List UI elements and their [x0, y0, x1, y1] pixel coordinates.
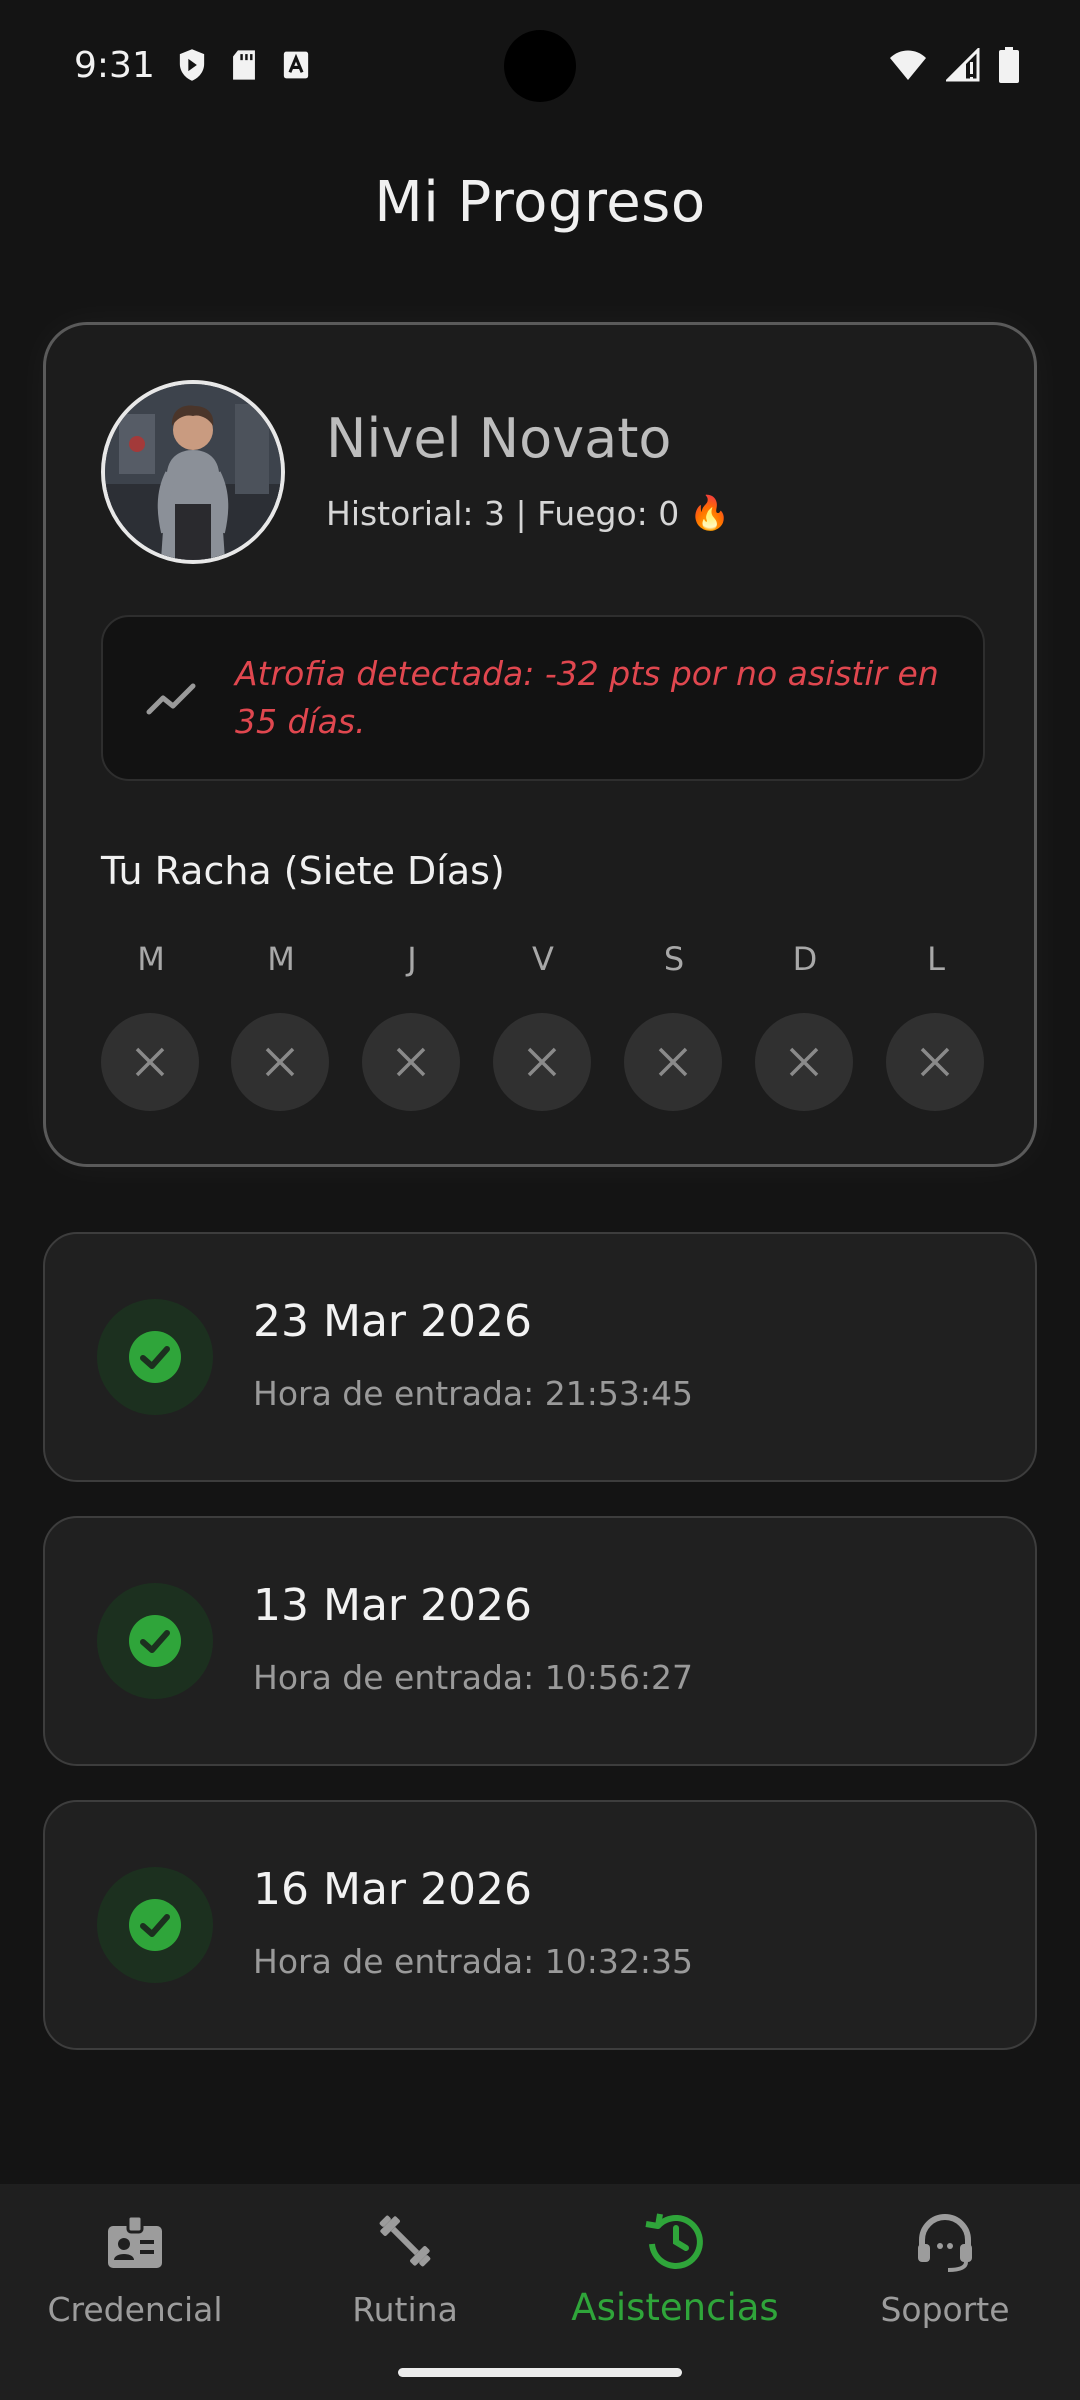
level-stats: Historial: 3 | Fuego: 0 🔥 — [326, 493, 730, 533]
streak-title: Tu Racha (Siete Días) — [101, 849, 505, 893]
level-stats-text: Historial: 3 | Fuego: 0 — [326, 493, 680, 533]
visit-date: 13 Mar 2026 — [253, 1580, 532, 1631]
fire-icon: 🔥 — [689, 493, 731, 532]
day-status — [231, 1013, 329, 1111]
sd-card-icon — [232, 50, 255, 80]
page-title: Mi Progreso — [374, 170, 706, 235]
nav-item-rutina[interactable]: Rutina — [270, 2206, 540, 2329]
history-icon — [645, 2213, 703, 2269]
visit-card[interactable]: 13 Mar 2026 Hora de entrada: 10:56:27 — [43, 1516, 1037, 1766]
alert-text: Atrofia detectada: -32 pts por no asisti… — [235, 654, 939, 741]
close-icon — [527, 1047, 557, 1077]
keyboard-a-icon — [283, 51, 308, 79]
status-time: 9:31 — [74, 44, 155, 86]
close-icon — [265, 1047, 295, 1077]
close-icon — [789, 1047, 819, 1077]
trending-icon — [146, 683, 196, 715]
nav-label: Rutina — [352, 2290, 458, 2329]
streak-day: J — [362, 937, 462, 1111]
shield-icon — [179, 49, 204, 81]
nav-label: Credencial — [47, 2290, 223, 2329]
close-icon — [135, 1047, 165, 1077]
home-indicator[interactable] — [398, 2368, 682, 2377]
visit-entry-time: Hora de entrada: 10:56:27 — [253, 1658, 693, 1697]
close-icon — [658, 1047, 688, 1077]
status-right — [888, 47, 1020, 83]
wifi-icon — [890, 50, 926, 80]
avatar-illustration — [105, 384, 281, 560]
day-letter: V — [532, 940, 554, 978]
streak-day: M — [101, 937, 201, 1111]
avatar — [101, 380, 285, 564]
nav-label: Asistencias — [571, 2286, 779, 2329]
streak-day: S — [624, 937, 724, 1111]
visit-card[interactable]: 16 Mar 2026 Hora de entrada: 10:32:35 — [43, 1800, 1037, 2050]
close-icon — [920, 1047, 950, 1077]
nav-item-credencial[interactable]: Credencial — [0, 2206, 270, 2329]
day-status — [493, 1013, 591, 1111]
visit-date: 16 Mar 2026 — [253, 1864, 532, 1915]
status-left: 9:31 — [74, 45, 311, 86]
streak-day: D — [755, 937, 855, 1111]
day-letter: S — [663, 940, 685, 978]
battery-icon — [999, 47, 1019, 83]
front-camera — [504, 30, 576, 102]
streak-day: V — [493, 937, 593, 1111]
day-letter: D — [792, 940, 818, 978]
check-circle-icon — [97, 1867, 213, 1983]
day-letter: M — [137, 940, 165, 978]
day-status — [362, 1013, 460, 1111]
headset-icon — [918, 2214, 972, 2272]
visit-card[interactable]: 23 Mar 2026 Hora de entrada: 21:53:45 — [43, 1232, 1037, 1482]
day-status — [624, 1013, 722, 1111]
nav-item-soporte[interactable]: Soporte — [810, 2206, 1080, 2329]
nav-item-asistencias[interactable]: Asistencias — [540, 2206, 810, 2329]
streak-day: L — [886, 937, 986, 1111]
badge-icon — [108, 2214, 162, 2268]
day-letter: L — [927, 940, 945, 978]
atrophy-alert: Atrofia detectada: -32 pts por no asisti… — [101, 615, 985, 781]
close-icon — [396, 1047, 426, 1077]
day-status — [755, 1013, 853, 1111]
dumbbell-icon — [379, 2215, 431, 2267]
check-circle-icon — [97, 1299, 213, 1415]
level-title: Nivel Novato — [326, 407, 672, 470]
day-status — [101, 1013, 199, 1111]
nav-label: Soporte — [880, 2290, 1010, 2329]
check-circle-icon — [97, 1583, 213, 1699]
streak-day: M — [231, 937, 331, 1111]
visit-entry-time: Hora de entrada: 10:32:35 — [253, 1942, 693, 1981]
day-letter: J — [407, 940, 417, 978]
visit-entry-time: Hora de entrada: 21:53:45 — [253, 1374, 693, 1413]
visit-date: 23 Mar 2026 — [253, 1296, 532, 1347]
day-status — [886, 1013, 984, 1111]
progress-card: Nivel Novato Historial: 3 | Fuego: 0 🔥 A… — [43, 322, 1037, 1167]
signal-icon — [946, 48, 980, 82]
streak-days: M M J V S D L — [101, 937, 985, 1127]
day-letter: M — [267, 940, 295, 978]
